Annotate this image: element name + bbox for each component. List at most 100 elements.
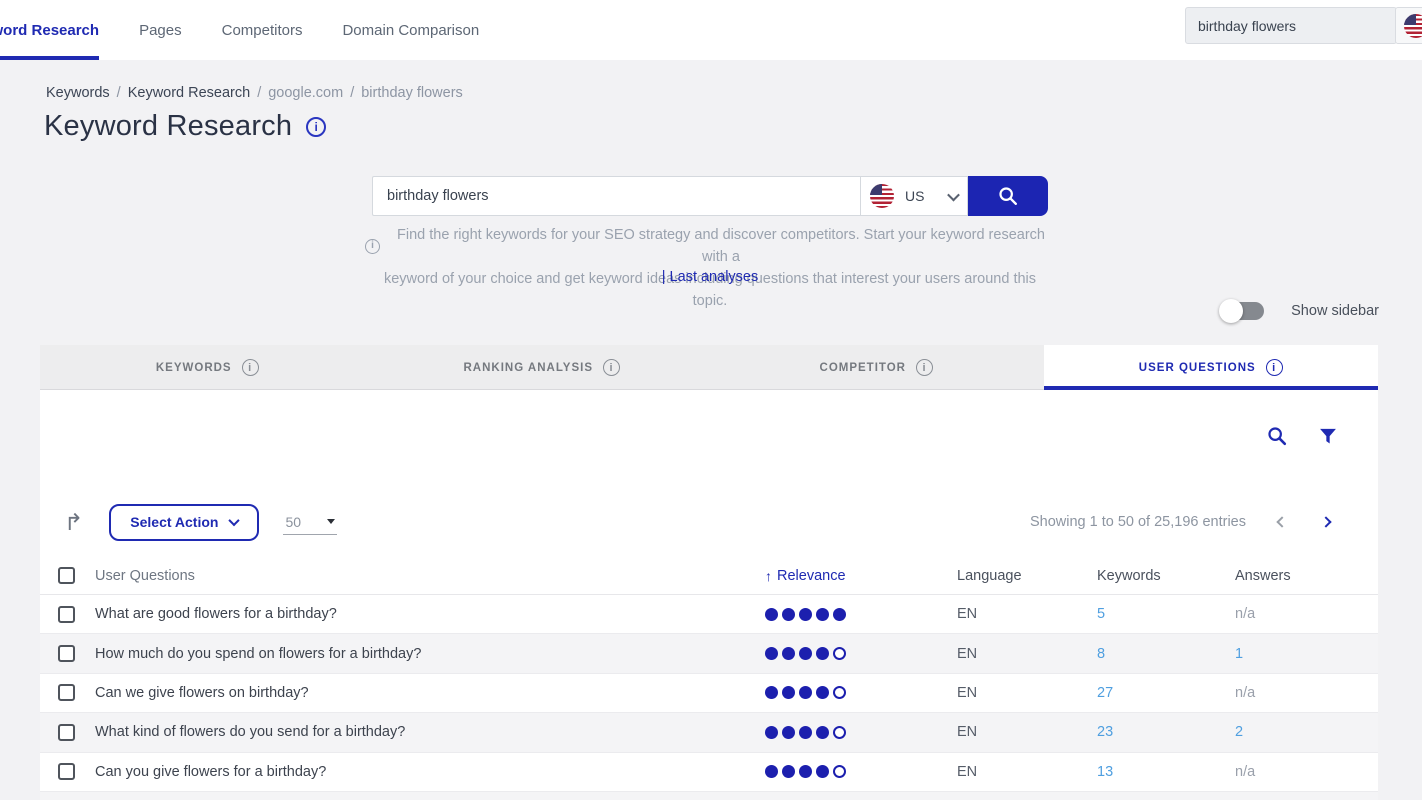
answers-value: n/a <box>1235 606 1378 622</box>
select-action-button[interactable]: Select Action <box>109 504 259 541</box>
show-sidebar-toggle[interactable] <box>1222 302 1264 320</box>
previous-page-button[interactable] <box>1260 518 1304 526</box>
question-text: Can we give flowers on birthday? <box>95 685 765 701</box>
info-icon[interactable] <box>603 359 620 376</box>
page-size-select[interactable]: 50 <box>283 510 337 535</box>
question-text: What kind of flowers do you send for a b… <box>95 724 765 740</box>
breadcrumb-keywords[interactable]: Keywords <box>46 85 110 101</box>
row-checkbox[interactable] <box>58 645 75 662</box>
table-filter-button[interactable] <box>1318 426 1338 446</box>
keywords-count-link[interactable]: 8 <box>1097 646 1235 662</box>
answers-count-link[interactable]: 2 <box>1235 724 1378 740</box>
info-icon[interactable] <box>916 359 933 376</box>
page: Keyword Research Pages Competitors Domai… <box>0 0 1422 800</box>
show-sidebar-label: Show sidebar <box>1291 303 1379 319</box>
relevance-dot-filled <box>799 765 812 778</box>
tab-bar: KEYWORDS RANKING ANALYSIS COMPETITOR USE… <box>40 345 1378 390</box>
last-analyses-link[interactable]: | Last analyses <box>365 269 1055 285</box>
nav-item-pages[interactable]: Pages <box>139 0 182 60</box>
relevance-dot-filled <box>799 608 812 621</box>
table-header: User Questions ↑ Relevance Language Keyw… <box>40 557 1378 595</box>
relevance-dot-outline <box>833 726 846 739</box>
pagination <box>1260 518 1348 526</box>
row-checkbox[interactable] <box>58 724 75 741</box>
tab-label: RANKING ANALYSIS <box>463 362 593 374</box>
breadcrumb-separator: / <box>117 85 121 101</box>
tab-ranking-analysis[interactable]: RANKING ANALYSIS <box>375 345 710 390</box>
tab-user-questions[interactable]: USER QUESTIONS <box>1044 345 1379 390</box>
language-value: EN <box>957 606 1097 622</box>
breadcrumb-domain[interactable]: google.com <box>268 85 343 101</box>
info-icon[interactable] <box>242 359 259 376</box>
header-relevance-sort[interactable]: ↑ Relevance <box>765 568 957 584</box>
relevance-dot-filled <box>833 608 846 621</box>
language-value: EN <box>957 685 1097 701</box>
question-text: How much do you spend on flowers for a b… <box>95 646 765 662</box>
relevance-dot-filled <box>816 686 829 699</box>
select-action-label: Select Action <box>130 514 218 530</box>
relevance-rating <box>765 765 957 778</box>
breadcrumb-keyword-research[interactable]: Keyword Research <box>128 85 251 101</box>
relevance-rating <box>765 647 957 660</box>
relevance-dot-filled <box>816 647 829 660</box>
sort-ascending-icon: ↑ <box>765 568 772 584</box>
results-card: KEYWORDS RANKING ANALYSIS COMPETITOR USE… <box>40 345 1378 800</box>
relevance-dot-filled <box>782 686 795 699</box>
chevron-left-icon <box>1276 516 1287 527</box>
export-icon[interactable]: ↱ <box>64 511 83 534</box>
checkbox-cell <box>58 763 95 780</box>
keywords-count-link[interactable]: 23 <box>1097 724 1235 740</box>
relevance-dot-filled <box>782 647 795 660</box>
search-icon <box>997 185 1019 207</box>
title-info-icon[interactable] <box>306 117 326 137</box>
keywords-count-link[interactable]: 27 <box>1097 685 1235 701</box>
relevance-dot-outline <box>833 765 846 778</box>
country-dropdown[interactable]: US <box>860 176 968 216</box>
relevance-rating <box>765 608 957 621</box>
chevron-right-icon <box>1320 516 1331 527</box>
keywords-count-link[interactable]: 13 <box>1097 764 1235 780</box>
tab-competitor[interactable]: COMPETITOR <box>709 345 1044 390</box>
relevance-dot-filled <box>816 765 829 778</box>
row-checkbox[interactable] <box>58 684 75 701</box>
global-search-input[interactable] <box>1185 7 1397 44</box>
answers-count-link[interactable]: 1 <box>1235 646 1378 662</box>
relevance-dot-filled <box>799 686 812 699</box>
table-row: What kind of flowers do you send for a b… <box>40 713 1378 752</box>
table-body: What are good flowers for a birthday?EN5… <box>40 595 1378 800</box>
row-checkbox[interactable] <box>58 763 75 780</box>
keyword-search-bar: US <box>372 176 1048 216</box>
language-value: EN <box>957 724 1097 740</box>
table-tools <box>1266 425 1338 447</box>
language-value: EN <box>957 646 1097 662</box>
checkbox-cell <box>58 724 95 741</box>
table-search-button[interactable] <box>1266 425 1288 447</box>
relevance-dot-filled <box>765 726 778 739</box>
breadcrumb-keyword: birthday flowers <box>361 85 463 101</box>
sidebar-toggle-row: Show sidebar <box>1222 302 1379 320</box>
nav-item-keyword-research[interactable]: Keyword Research <box>0 0 99 60</box>
answers-value: n/a <box>1235 685 1378 701</box>
select-all-checkbox[interactable] <box>58 567 75 584</box>
nav-item-competitors[interactable]: Competitors <box>222 0 303 60</box>
relevance-dot-filled <box>816 726 829 739</box>
info-icon[interactable] <box>1266 359 1283 376</box>
relevance-rating <box>765 726 957 739</box>
tab-keywords[interactable]: KEYWORDS <box>40 345 375 390</box>
relevance-dot-filled <box>765 608 778 621</box>
relevance-dot-filled <box>782 765 795 778</box>
row-checkbox[interactable] <box>58 606 75 623</box>
relevance-dot-filled <box>765 647 778 660</box>
breadcrumb-separator: / <box>257 85 261 101</box>
breadcrumb: Keywords / Keyword Research / google.com… <box>46 85 463 101</box>
next-page-button[interactable] <box>1304 518 1348 526</box>
question-text: What are good flowers for a birthday? <box>95 606 765 622</box>
keyword-input[interactable] <box>372 176 860 216</box>
filter-funnel-icon <box>1318 426 1338 446</box>
answers-value: n/a <box>1235 764 1378 780</box>
nav-item-domain-comparison[interactable]: Domain Comparison <box>342 0 479 60</box>
checkbox-cell <box>58 606 95 623</box>
search-button[interactable] <box>968 176 1048 216</box>
keywords-count-link[interactable]: 5 <box>1097 606 1235 622</box>
global-country-selector[interactable] <box>1395 7 1422 44</box>
